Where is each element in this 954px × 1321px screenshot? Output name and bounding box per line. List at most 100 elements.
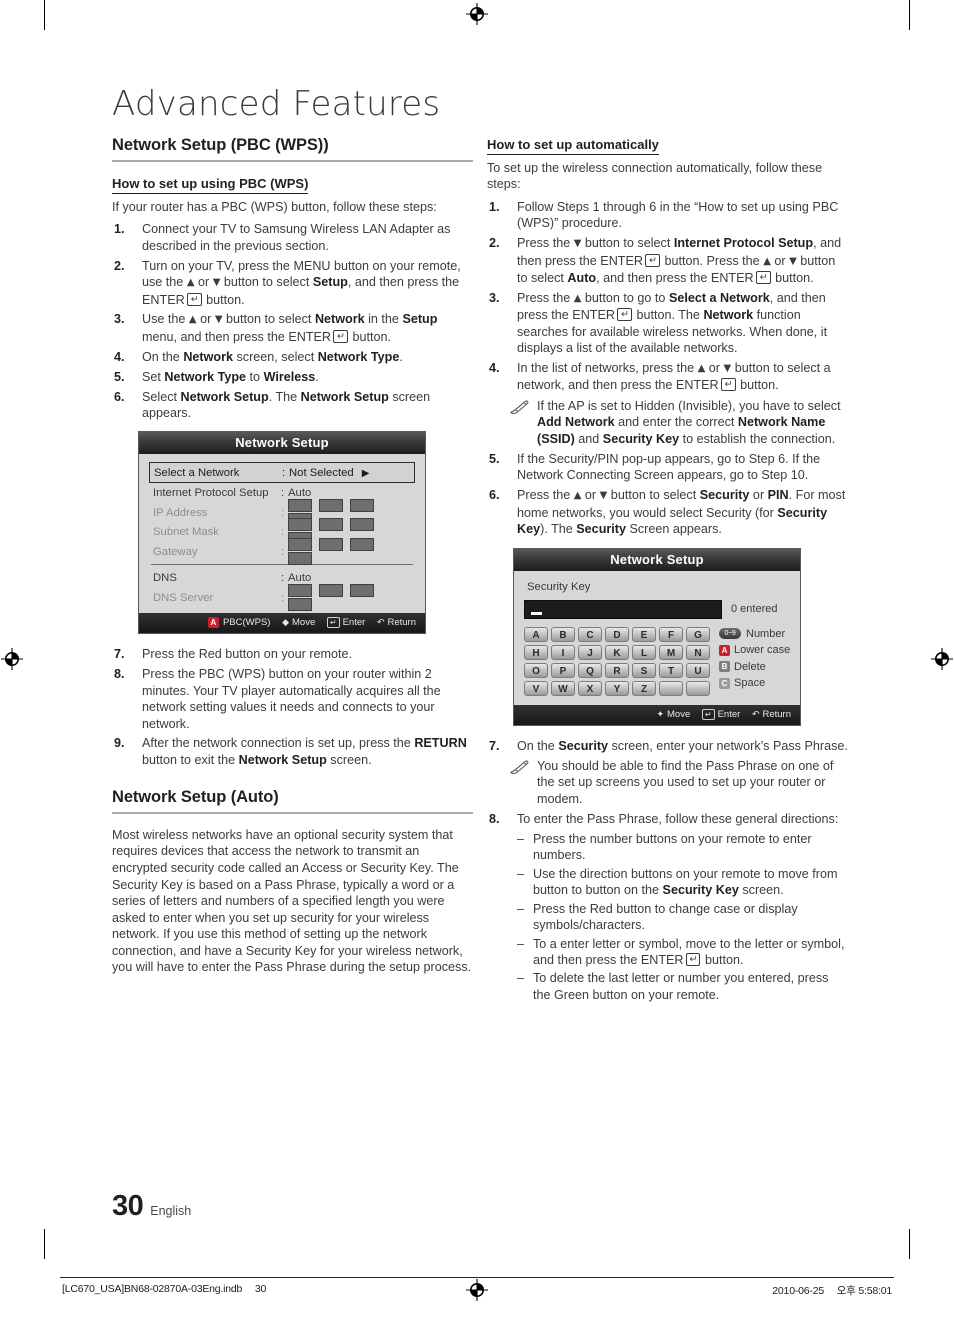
key-k[interactable]: K (605, 644, 629, 660)
osd-setting-separator: : (281, 526, 285, 539)
osd-setting-value: Auto (288, 572, 312, 585)
osd-value-box (288, 518, 312, 532)
osd-footer-bar-2: ✦ Move ↵ Enter ↶ Return (514, 704, 800, 725)
osd-title: Network Setup (139, 432, 425, 455)
step-number: 6. (489, 488, 500, 503)
note-pass-phrase-text: You should be able to find the Pass Phra… (537, 758, 834, 806)
return-arrow-icon-2: ↶ (751, 709, 760, 720)
onscreen-keyboard[interactable]: ABCDEFG HIJKLMN OPQRSTU VWXYZ (524, 626, 713, 699)
keyboard-row: OPQRSTU (524, 662, 713, 678)
step-text: Press the Red button on your remote. (142, 647, 353, 662)
osd-setting-separator: : (281, 506, 285, 519)
step-item: 6. Press the ▲ or ▼ button to select Secu… (487, 487, 848, 537)
registration-mark-footer (466, 1279, 488, 1306)
key-g[interactable]: G (686, 626, 710, 642)
step-item: 4. In the list of networks, press the ▲ o… (487, 360, 848, 394)
key-m[interactable]: M (659, 644, 683, 660)
osd2-footer-move: ✦ Move (656, 708, 691, 720)
osd-setting-label: Gateway (153, 545, 198, 558)
osd-value-box (319, 498, 343, 512)
osd-value-box (288, 597, 312, 611)
osd-setting-value: Not Selected ▶ (289, 466, 370, 479)
key-v[interactable]: V (524, 680, 548, 696)
security-key-input[interactable] (524, 599, 722, 619)
direction-text: Press the number buttons on your remote … (533, 832, 812, 863)
section-rule-auto (112, 811, 473, 814)
key-s[interactable]: S (632, 662, 656, 678)
key-n[interactable]: N (686, 644, 710, 660)
auto-steps-list: 1. Follow Steps 1 through 6 in the “How t… (487, 199, 848, 394)
text-caret (531, 612, 542, 615)
step-text: In the list of networks, press the ▲ or … (517, 360, 831, 393)
osd-value-box (350, 537, 374, 551)
step-item: 7. On the Security screen, enter your net… (487, 738, 848, 754)
key-l[interactable]: L (632, 644, 656, 660)
key-d[interactable]: D (605, 626, 629, 642)
step-number: 7. (114, 647, 125, 662)
step-text: If the Security/PIN pop-up appears, go t… (517, 452, 821, 483)
legend-row: 0~9 Number (719, 628, 790, 640)
legend-row: B Delete (719, 661, 790, 673)
key-a[interactable]: A (524, 626, 548, 642)
step-item: 1. Follow Steps 1 through 6 in the “How t… (487, 199, 848, 232)
footer-timestamp: 2010-06-25 오후 5:58:01 (772, 1283, 892, 1298)
step-text: Press the PBC (WPS) button on your route… (142, 667, 441, 731)
direction-text: To a enter letter or symbol, move to the… (533, 936, 845, 967)
legend-label: Space (734, 677, 766, 690)
step-item: 3. Use the ▲ or ▼ button to select Networ… (112, 311, 473, 345)
osd-footer-enter: ↵ Enter (326, 613, 365, 633)
footer-time: 오후 5:58:01 (836, 1285, 892, 1297)
legend-label: Delete (734, 660, 766, 673)
key-p[interactable]: P (551, 662, 575, 678)
direction-item: – Use the direction buttons on your remot… (517, 866, 848, 899)
key-blank[interactable] (686, 680, 710, 696)
pbc-steps-list: 1. Connect your TV to Samsung Wireless LA… (112, 221, 473, 421)
step-number: 8. (489, 812, 500, 827)
left-column: Network Setup (PBC (WPS)) How to set up … (112, 136, 473, 976)
key-c[interactable]: C (578, 626, 602, 642)
osd-setting-separator: : (281, 591, 285, 604)
key-blank[interactable] (659, 680, 683, 696)
pencil-note-icon (509, 399, 529, 414)
step-item: 5. If the Security/PIN pop-up appears, go… (487, 451, 848, 484)
updown-arrows-icon: ◆ (282, 618, 289, 629)
key-w[interactable]: W (551, 680, 575, 696)
osd-setting-row: Gateway: (149, 537, 415, 565)
osd-value-box (350, 498, 374, 512)
key-y[interactable]: Y (605, 680, 629, 696)
note-hidden-ap-text: If the AP is set to Hidden (Invisible), … (537, 398, 841, 446)
key-u[interactable]: U (686, 662, 710, 678)
key-q[interactable]: Q (578, 662, 602, 678)
key-x[interactable]: X (578, 680, 602, 696)
step-text: Press the ▲ button to go to Select a Net… (517, 290, 828, 356)
key-j[interactable]: J (578, 644, 602, 660)
legend-row: C Space (719, 677, 790, 689)
section-rule (112, 160, 473, 162)
blue-c-button-icon: C (719, 677, 730, 689)
osd-setting-row[interactable]: Select a Network: Not Selected ▶ (149, 462, 415, 484)
key-b[interactable]: B (551, 626, 575, 642)
step-text: Set Network Type to Wireless. (142, 369, 319, 384)
key-f[interactable]: F (659, 626, 683, 642)
key-i[interactable]: I (551, 644, 575, 660)
key-t[interactable]: T (659, 662, 683, 678)
osd-setting-value: Auto (288, 487, 312, 500)
step-text: Select Network Setup. The Network Setup … (142, 389, 431, 420)
step-number: 6. (114, 389, 125, 404)
osd-footer-return: ↶ Return (376, 617, 416, 629)
key-h[interactable]: H (524, 644, 548, 660)
key-o[interactable]: O (524, 662, 548, 678)
footer-date: 2010-06-25 (772, 1285, 824, 1297)
step-text: To enter the Pass Phrase, follow these g… (517, 812, 839, 827)
key-e[interactable]: E (632, 626, 656, 642)
key-r[interactable]: R (605, 662, 629, 678)
key-z[interactable]: Z (632, 680, 656, 696)
osd-value-box (288, 498, 312, 512)
step-text: On the Network screen, select Network Ty… (142, 349, 403, 364)
osd-setting-label: Subnet Mask (153, 526, 219, 539)
step-text: After the network connection is set up, … (142, 736, 467, 767)
osd-setting-row: DNS Server: (149, 583, 415, 611)
footer-rule (60, 1277, 894, 1278)
step-item: 2. Turn on your TV, press the MENU button… (112, 258, 473, 308)
pass-phrase-directions: – Press the number buttons on your remote… (517, 831, 848, 1003)
